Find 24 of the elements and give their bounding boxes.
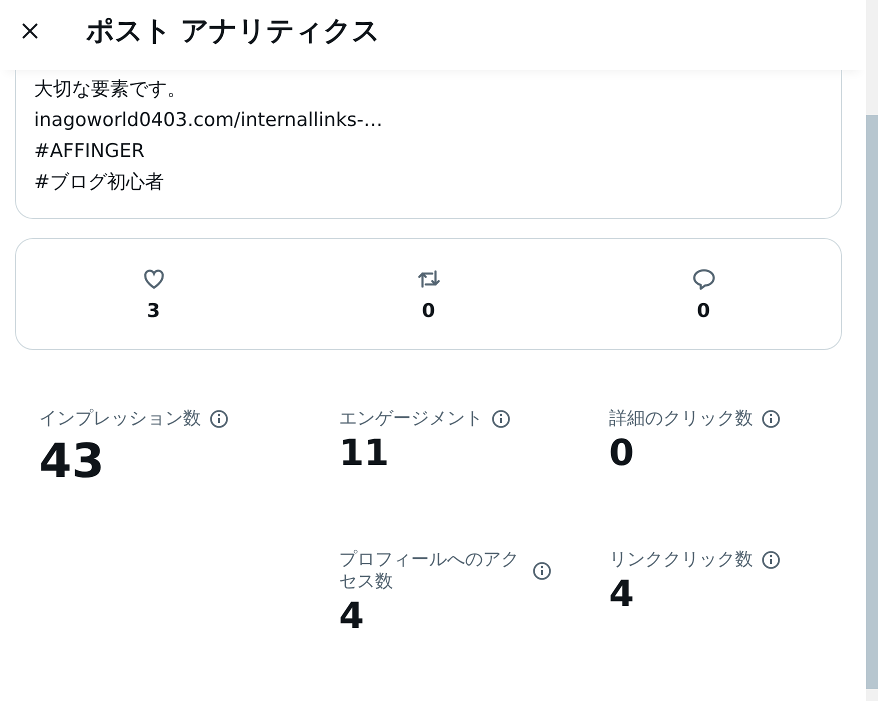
metric-value: 0 [609,434,636,474]
engagement-count: 0 [696,300,710,322]
post-text-line: 大切な要素です。 [34,77,187,102]
post-text-line: #ブログ初心者 [34,170,165,195]
metric-label: エンゲージメント [339,408,483,430]
info-icon[interactable] [761,550,781,570]
scrollbar-thumb[interactable] [866,115,878,689]
engagement-count: 0 [422,300,436,322]
metric-value: 43 [39,436,106,488]
metric-label: 詳細のクリック数 [609,408,753,430]
metric-label: インプレッション数 [39,408,201,430]
engagement-count: 3 [146,300,160,322]
info-icon[interactable] [491,409,511,429]
metric-value: 4 [339,597,366,637]
metric-value: 11 [339,434,390,474]
post-text-line: #AFFINGER [34,139,146,164]
info-icon[interactable] [761,409,781,429]
metric-label: プロフィールへのアクセス数 [339,549,520,593]
info-icon[interactable] [209,409,229,429]
page-title: ポスト アナリティクス [86,13,380,49]
post-text-line: inagoworld0403.com/internallinks-… [34,108,384,133]
info-icon[interactable] [532,561,552,581]
metric-label: リンククリック数 [609,549,753,571]
metric-value: 4 [609,575,636,615]
